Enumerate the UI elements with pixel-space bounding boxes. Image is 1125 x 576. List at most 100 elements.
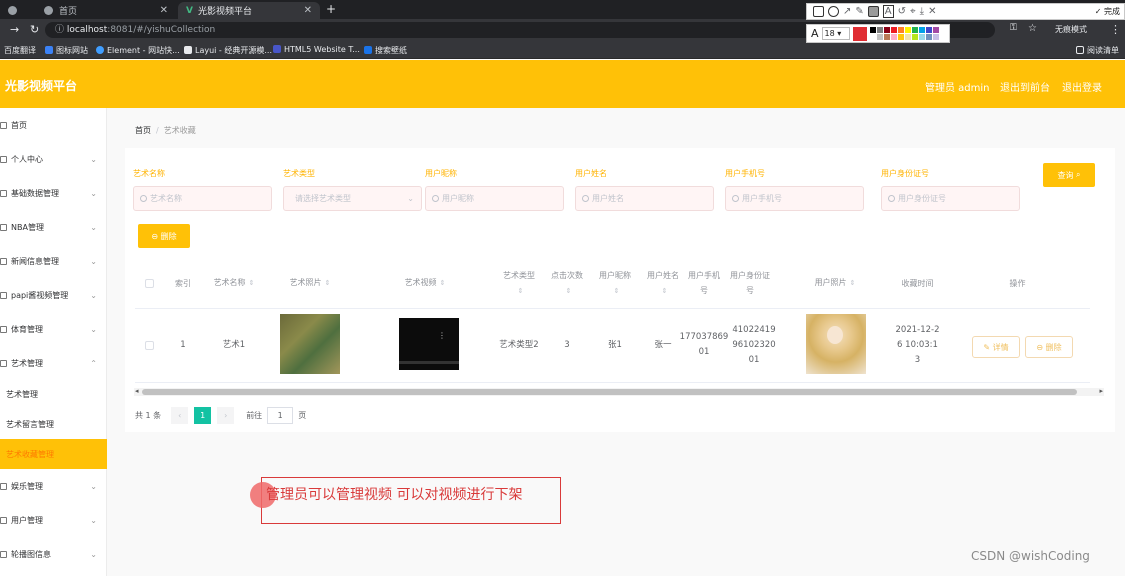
front-link[interactable]: 退出到前台 [1000, 79, 1050, 94]
text-tool-icon[interactable]: A [882, 5, 894, 18]
color-swatch[interactable] [925, 34, 932, 40]
bookmark-item[interactable]: HTML5 Website T... [273, 45, 360, 54]
details-button[interactable]: ✎ 详情 [972, 336, 1020, 358]
pen-tool-icon[interactable]: ✎ [855, 6, 863, 17]
color-swatch[interactable] [918, 27, 925, 33]
scroll-left-icon[interactable]: ◂ [135, 387, 139, 395]
sidebar-item-nba[interactable]: NBA管理 ⌄ [0, 210, 107, 244]
row-checkbox[interactable] [144, 340, 154, 350]
color-swatch[interactable] [932, 34, 939, 40]
color-swatch[interactable] [869, 27, 876, 33]
row-delete-button[interactable]: ⊖ 删除 [1025, 336, 1073, 358]
search-button[interactable]: 查询 ⌕ [1043, 163, 1095, 187]
select-all-checkbox[interactable] [144, 278, 154, 288]
logout-link[interactable]: 退出登录 [1062, 79, 1102, 94]
color-swatch[interactable] [883, 27, 890, 33]
column-header[interactable]: 用户昵称 ⇕ [591, 258, 639, 308]
column-header[interactable]: 艺术照片 ⇕ [265, 258, 355, 308]
delete-button[interactable]: ⊖ 删除 [138, 224, 190, 248]
scrollbar-thumb[interactable] [142, 389, 1077, 395]
arrow-tool-icon[interactable]: ↗ [843, 6, 851, 17]
color-swatch[interactable] [918, 34, 925, 40]
color-swatch[interactable] [904, 27, 911, 33]
column-header[interactable]: 用户姓名 ⇕ [639, 258, 687, 308]
sidebar-item-news[interactable]: 新闻信息管理 ⌄ [0, 244, 107, 278]
select-all-checkbox-cell[interactable] [135, 258, 163, 308]
close-icon[interactable]: ✕ [304, 5, 312, 16]
sidebar-subitem-art-comments[interactable]: 艺术留言管理 [0, 409, 107, 439]
more-menu-icon[interactable]: ⋮ [1110, 23, 1121, 36]
star-icon[interactable]: ☆ [1028, 23, 1037, 34]
close-icon[interactable]: ✕ [160, 5, 168, 16]
download-icon[interactable]: ⤓ [920, 6, 924, 17]
current-color-swatch[interactable] [852, 26, 867, 41]
undo-icon[interactable]: ↺ [898, 6, 906, 17]
forward-arrow-icon[interactable]: → [10, 23, 19, 36]
ellipse-tool-icon[interactable] [828, 6, 839, 17]
nickname-input[interactable]: 用户昵称 [425, 186, 564, 211]
goto-page-input[interactable]: 1 [267, 406, 294, 424]
done-button[interactable]: ✓ 完成 [1095, 6, 1120, 17]
art-name-input[interactable]: 艺术名称 [133, 186, 272, 211]
idcard-input[interactable]: 用户身份证号 [881, 186, 1020, 211]
sidebar-item-art[interactable]: 艺术管理 ⌃ [0, 346, 107, 380]
new-tab-plus-icon[interactable]: + [326, 2, 336, 16]
incognito-label[interactable]: 无痕模式 [1055, 24, 1087, 35]
horizontal-scrollbar[interactable]: ◂ ▸ [134, 387, 1104, 396]
column-header[interactable]: 艺术类型 ⇕ [495, 258, 543, 308]
color-swatch[interactable] [925, 27, 932, 33]
bookmark-item[interactable]: 搜索壁纸 [364, 45, 407, 56]
column-header[interactable]: 用户手机号 [687, 258, 721, 308]
art-video-thumbnail[interactable]: ⋮ [399, 318, 459, 370]
prev-page-button[interactable]: ‹ [171, 406, 189, 424]
sidebar-item-carousel[interactable]: 轮播图信息 ⌄ [0, 537, 107, 571]
sidebar-subitem-art-collection[interactable]: 艺术收藏管理 [0, 439, 107, 469]
more-vertical-icon[interactable]: ⋮ [438, 331, 446, 340]
sidebar-item-base-data[interactable]: 基础数据管理 ⌄ [0, 176, 107, 210]
color-swatch[interactable] [883, 34, 890, 40]
color-swatch[interactable] [876, 34, 883, 40]
reload-icon[interactable]: ↻ [30, 23, 39, 36]
close-icon[interactable]: ✕ [928, 6, 936, 17]
column-header[interactable]: 用户照片 ⇕ [775, 258, 895, 308]
user-photo-thumbnail[interactable] [806, 314, 866, 374]
tab-home[interactable]: 首页 ✕ [36, 2, 176, 19]
column-header[interactable]: 用户身份证号 [729, 258, 771, 308]
row-checkbox-cell[interactable] [135, 308, 163, 382]
realname-input[interactable]: 用户姓名 [575, 186, 714, 211]
font-size-select[interactable]: 18 ▾ [821, 27, 850, 40]
tab-favicon-only[interactable] [0, 2, 34, 19]
sidebar-item-sports[interactable]: 体育管理 ⌄ [0, 312, 107, 346]
color-swatch[interactable] [890, 34, 897, 40]
art-type-select[interactable]: 请选择艺术类型 ⌄ [283, 186, 422, 211]
page-number-button[interactable]: 1 [194, 406, 212, 424]
key-icon[interactable]: ⚿ [1010, 23, 1017, 33]
column-header[interactable]: 艺术名称 ⇕ [203, 258, 265, 308]
column-header[interactable]: 点击次数 ⇕ [543, 258, 591, 308]
bookmark-item[interactable]: Element - 网站快... [96, 45, 180, 56]
color-swatch[interactable] [897, 34, 904, 40]
color-swatch[interactable] [904, 34, 911, 40]
sidebar-item-entertainment[interactable]: 娱乐管理 ⌄ [0, 469, 107, 503]
color-swatch[interactable] [897, 27, 904, 33]
color-swatch[interactable] [911, 34, 918, 40]
sidebar-subitem-art-manage[interactable]: 艺术管理 [0, 379, 107, 409]
reading-list-button[interactable]: 阅读清单 [1076, 45, 1119, 56]
color-swatch[interactable] [876, 27, 883, 33]
column-header[interactable]: 收藏时间 [895, 258, 940, 308]
tab-video-platform[interactable]: V 光影视频平台 ✕ [178, 2, 320, 19]
color-swatch[interactable] [932, 27, 939, 33]
mosaic-tool-icon[interactable] [867, 6, 879, 17]
color-swatch[interactable] [911, 27, 918, 33]
rectangle-tool-icon[interactable] [813, 6, 824, 17]
sidebar-item-papi-video[interactable]: papi酱视频管理 ⌄ [0, 278, 107, 312]
art-photo-thumbnail[interactable] [280, 314, 340, 374]
next-page-button[interactable]: › [217, 406, 235, 424]
color-swatch[interactable] [869, 34, 876, 40]
phone-input[interactable]: 用户手机号 [725, 186, 864, 211]
breadcrumb-home[interactable]: 首页 [135, 126, 151, 135]
column-header[interactable]: 艺术视频 ⇕ [355, 258, 495, 308]
pin-icon[interactable]: ⌖ [910, 6, 916, 17]
color-swatch[interactable] [890, 27, 897, 33]
sidebar-item-profile[interactable]: 个人中心 ⌄ [0, 142, 107, 176]
